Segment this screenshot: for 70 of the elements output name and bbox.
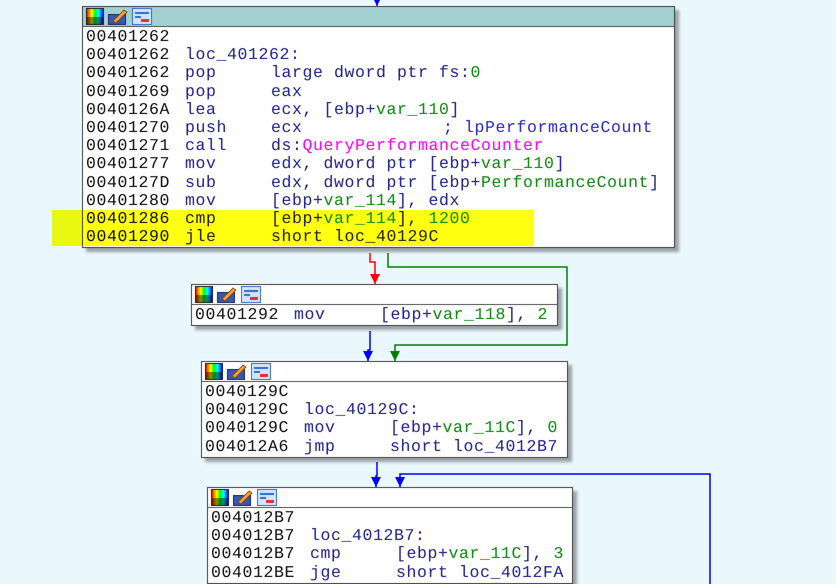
mnemonic-text: jle bbox=[185, 228, 218, 246]
pencil-icon[interactable] bbox=[227, 363, 247, 380]
pencil-icon[interactable] bbox=[217, 286, 237, 303]
mnemonic-text: pop bbox=[185, 64, 218, 83]
operand-text: ds:QueryPerformanceCounter bbox=[271, 137, 544, 156]
operand-text: short loc_4012B7 bbox=[390, 438, 558, 456]
address-text: 004012A6 bbox=[205, 438, 290, 456]
comment-text: ; lpPerformanceCount bbox=[443, 118, 654, 138]
mnemonic-text: mov bbox=[294, 306, 327, 324]
operand-text: edx, dword ptr [ebp+var_110] bbox=[271, 155, 566, 174]
address-text: 0040126A bbox=[86, 100, 172, 119]
address-text: 00401290 bbox=[86, 228, 172, 246]
address-text: 00401280 bbox=[86, 192, 172, 210]
address-text: 00401270 bbox=[86, 118, 172, 138]
color-palette-icon[interactable] bbox=[195, 286, 213, 303]
label-text: loc_40129C: bbox=[304, 401, 420, 420]
address-text: 0040129C bbox=[205, 419, 290, 438]
code-block[interactable]: 004012B7 004012B7 loc_4012B7: 004012B7 cmp [ebp+var_11C], 3 004012BE jge short loc_4012FA bbox=[207, 487, 573, 584]
operand-text: [ebp+var_11C], 0 bbox=[390, 419, 558, 438]
address-text: 00401262 bbox=[86, 46, 172, 64]
mnemonic-text: pop bbox=[185, 82, 218, 101]
mnemonic-text: mov bbox=[185, 155, 218, 174]
mnemonic-text: mov bbox=[185, 192, 218, 210]
mnemonic-text: push bbox=[185, 118, 228, 138]
operand-text: [ebp+var_114], edx bbox=[271, 192, 460, 210]
address-text: 0040129C bbox=[205, 401, 290, 420]
mnemonic-text: cmp bbox=[185, 210, 218, 228]
graph-icon[interactable] bbox=[241, 286, 261, 303]
color-palette-icon[interactable] bbox=[86, 8, 104, 25]
address-text: 00401292 bbox=[195, 306, 280, 324]
address-text: 00401269 bbox=[86, 82, 172, 101]
address-text: 00401286 bbox=[86, 210, 172, 228]
mnemonic-text: lea bbox=[185, 100, 218, 119]
label-text: loc_4012B7: bbox=[310, 527, 426, 546]
address-text: 00401262 bbox=[86, 28, 172, 46]
pencil-icon[interactable] bbox=[233, 489, 253, 506]
pencil-icon[interactable] bbox=[108, 8, 128, 25]
label-text: loc_401262: bbox=[185, 46, 301, 64]
address-text: 00401262 bbox=[86, 64, 172, 83]
address-text: 004012B7 bbox=[211, 527, 296, 546]
color-palette-icon[interactable] bbox=[205, 363, 223, 380]
address-text: 0040127D bbox=[86, 174, 172, 192]
address-text: 004012BE bbox=[211, 564, 296, 582]
operand-text: edx, dword ptr [ebp+PerformanceCount] bbox=[271, 174, 660, 192]
address-text: 00401277 bbox=[86, 155, 172, 174]
operand-text: ecx bbox=[271, 118, 304, 138]
address-text: 004012B7 bbox=[211, 545, 296, 564]
code-block[interactable]: 00401292 mov [ebp+var_118], 2 bbox=[191, 284, 558, 326]
mnemonic-text: jmp bbox=[304, 438, 337, 456]
operand-text: short loc_4012FA bbox=[396, 564, 564, 582]
mnemonic-text: cmp bbox=[310, 545, 343, 564]
graph-icon[interactable] bbox=[251, 363, 271, 380]
operand-text: [ebp+var_118], 2 bbox=[380, 306, 548, 324]
operand-text: [ebp+var_11C], 3 bbox=[396, 545, 564, 564]
mnemonic-text: call bbox=[185, 137, 228, 156]
operand-text: eax bbox=[271, 82, 303, 101]
color-palette-icon[interactable] bbox=[211, 489, 229, 506]
mnemonic-text: mov bbox=[304, 419, 337, 438]
operand-text: [ebp+var_114], 1200 bbox=[271, 210, 471, 228]
mnemonic-text: sub bbox=[185, 174, 218, 192]
code-block[interactable]: 0040129C 0040129C loc_40129C: 0040129C mov [ebp+var_11C], 0 004012A6 jmp short loc_4012B7 bbox=[201, 361, 568, 458]
operand-text: large dword ptr fs:0 bbox=[271, 64, 482, 83]
graph-icon[interactable] bbox=[257, 489, 277, 506]
mnemonic-text: jge bbox=[310, 564, 343, 582]
address-text: 00401271 bbox=[86, 137, 172, 156]
address-text: 004012B7 bbox=[211, 509, 296, 528]
graph-icon[interactable] bbox=[132, 8, 152, 25]
operand-text: ecx, [ebp+var_110] bbox=[271, 100, 460, 119]
operand-text: short loc_40129C bbox=[271, 228, 440, 246]
address-text: 0040129C bbox=[205, 383, 290, 402]
